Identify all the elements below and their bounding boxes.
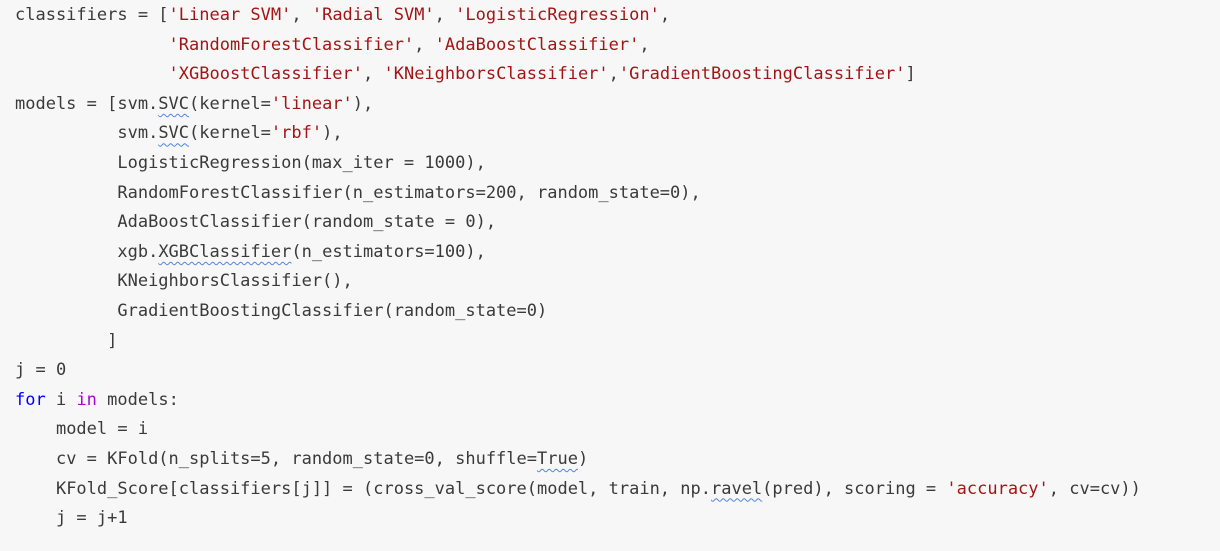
string-token: 'RandomForestClassifier' — [168, 34, 415, 55]
string-token: 'Radial SVM' — [311, 5, 435, 25]
code-token: RandomForestClassifier(n_estimators=200,… — [117, 182, 701, 203]
code-token: ] — [905, 64, 916, 85]
code-token: models = [svm. — [15, 93, 159, 114]
code-line: cv = KFold(n_splits=5, random_state=0, s… — [15, 444, 588, 474]
code-line: for i in models: — [15, 385, 179, 415]
keyword-token: for — [15, 389, 46, 410]
code-token: ] — [107, 330, 118, 351]
code-token: classifiers = [ — [15, 5, 169, 25]
code-line: LogisticRegression(max_iter = 1000), — [15, 148, 486, 178]
keyword-token: in — [76, 389, 97, 410]
code-token: (kernel= — [189, 93, 271, 114]
code-line: j = 0 — [15, 355, 66, 385]
code-token: LogisticRegression(max_iter = 1000), — [117, 153, 486, 173]
code-token: j = j+1 — [55, 508, 128, 529]
code-token: , — [608, 64, 619, 85]
code-token: , — [414, 34, 435, 55]
code-token: ), — [352, 93, 374, 114]
code-token: , — [291, 5, 312, 25]
code-token: (n_estimators=100), — [291, 241, 486, 262]
code-token: (pred), scoring = — [762, 478, 947, 499]
string-token: 'XGBoostClassifier' — [168, 64, 363, 85]
code-token: , — [659, 5, 671, 25]
code-token: model = i — [55, 419, 149, 440]
string-token: 'LogisticRegression' — [455, 5, 660, 25]
code-line: xgb.XGBClassifier(n_estimators=100), — [15, 237, 486, 267]
code-line: classifiers = ['Linear SVM', 'Radial SVM… — [15, 0, 670, 30]
code-token: j = 0 — [15, 360, 67, 381]
code-token: AdaBoostClassifier(random_state = 0), — [117, 212, 497, 233]
flagged-token: XGBClassifier — [158, 241, 292, 262]
code-line: KFold_Score[classifiers[j]] = (cross_val… — [15, 474, 1141, 504]
code-cell[interactable]: classifiers = ['Linear SVM', 'Radial SVM… — [0, 0, 1220, 551]
code-token: ), — [322, 123, 343, 144]
code-token: KFold_Score[classifiers[j]] = (cross_val… — [55, 478, 711, 499]
code-token: , cv=cv)) — [1048, 478, 1141, 499]
flagged-token: True — [537, 449, 578, 469]
string-token: 'accuracy' — [946, 478, 1049, 499]
code-token: svm. — [117, 123, 159, 144]
flagged-token: SVC — [158, 123, 190, 144]
flagged-token: ravel — [710, 478, 763, 499]
string-token: 'rbf' — [270, 123, 323, 144]
code-token: , — [639, 34, 650, 55]
code-token: , — [434, 5, 456, 25]
code-line: 'XGBoostClassifier', 'KNeighborsClassifi… — [15, 59, 916, 89]
string-token: 'linear' — [270, 93, 353, 114]
code-line: j = j+1 — [15, 503, 128, 533]
code-token: ) — [577, 449, 589, 469]
code-token: i — [45, 389, 77, 410]
code-line: svm.SVC(kernel='rbf'), — [15, 118, 343, 148]
string-token: 'AdaBoostClassifier' — [434, 34, 640, 55]
code-token: KNeighborsClassifier(), — [117, 271, 353, 292]
code-line: RandomForestClassifier(n_estimators=200,… — [15, 178, 701, 208]
string-token: 'KNeighborsClassifier' — [383, 64, 609, 85]
code-line: GradientBoostingClassifier(random_state=… — [15, 296, 547, 326]
code-token: cv = KFold(n_splits=5, random_state=0, s… — [55, 449, 537, 469]
code-token: (kernel= — [189, 123, 271, 144]
code-line: models = [svm.SVC(kernel='linear'), — [15, 89, 373, 119]
string-token: 'GradientBoostingClassifier' — [618, 64, 906, 85]
code-line: AdaBoostClassifier(random_state = 0), — [15, 207, 496, 237]
code-token: xgb. — [117, 241, 159, 262]
code-token: GradientBoostingClassifier(random_state=… — [117, 301, 548, 321]
code-token: , — [363, 64, 384, 85]
code-line: KNeighborsClassifier(), — [15, 266, 353, 296]
code-line: model = i — [15, 414, 148, 444]
code-token: models: — [96, 389, 179, 410]
code-line: 'RandomForestClassifier', 'AdaBoostClass… — [15, 30, 650, 60]
code-line: ] — [15, 326, 117, 356]
string-token: 'Linear SVM' — [168, 5, 292, 25]
flagged-token: SVC — [158, 93, 190, 114]
